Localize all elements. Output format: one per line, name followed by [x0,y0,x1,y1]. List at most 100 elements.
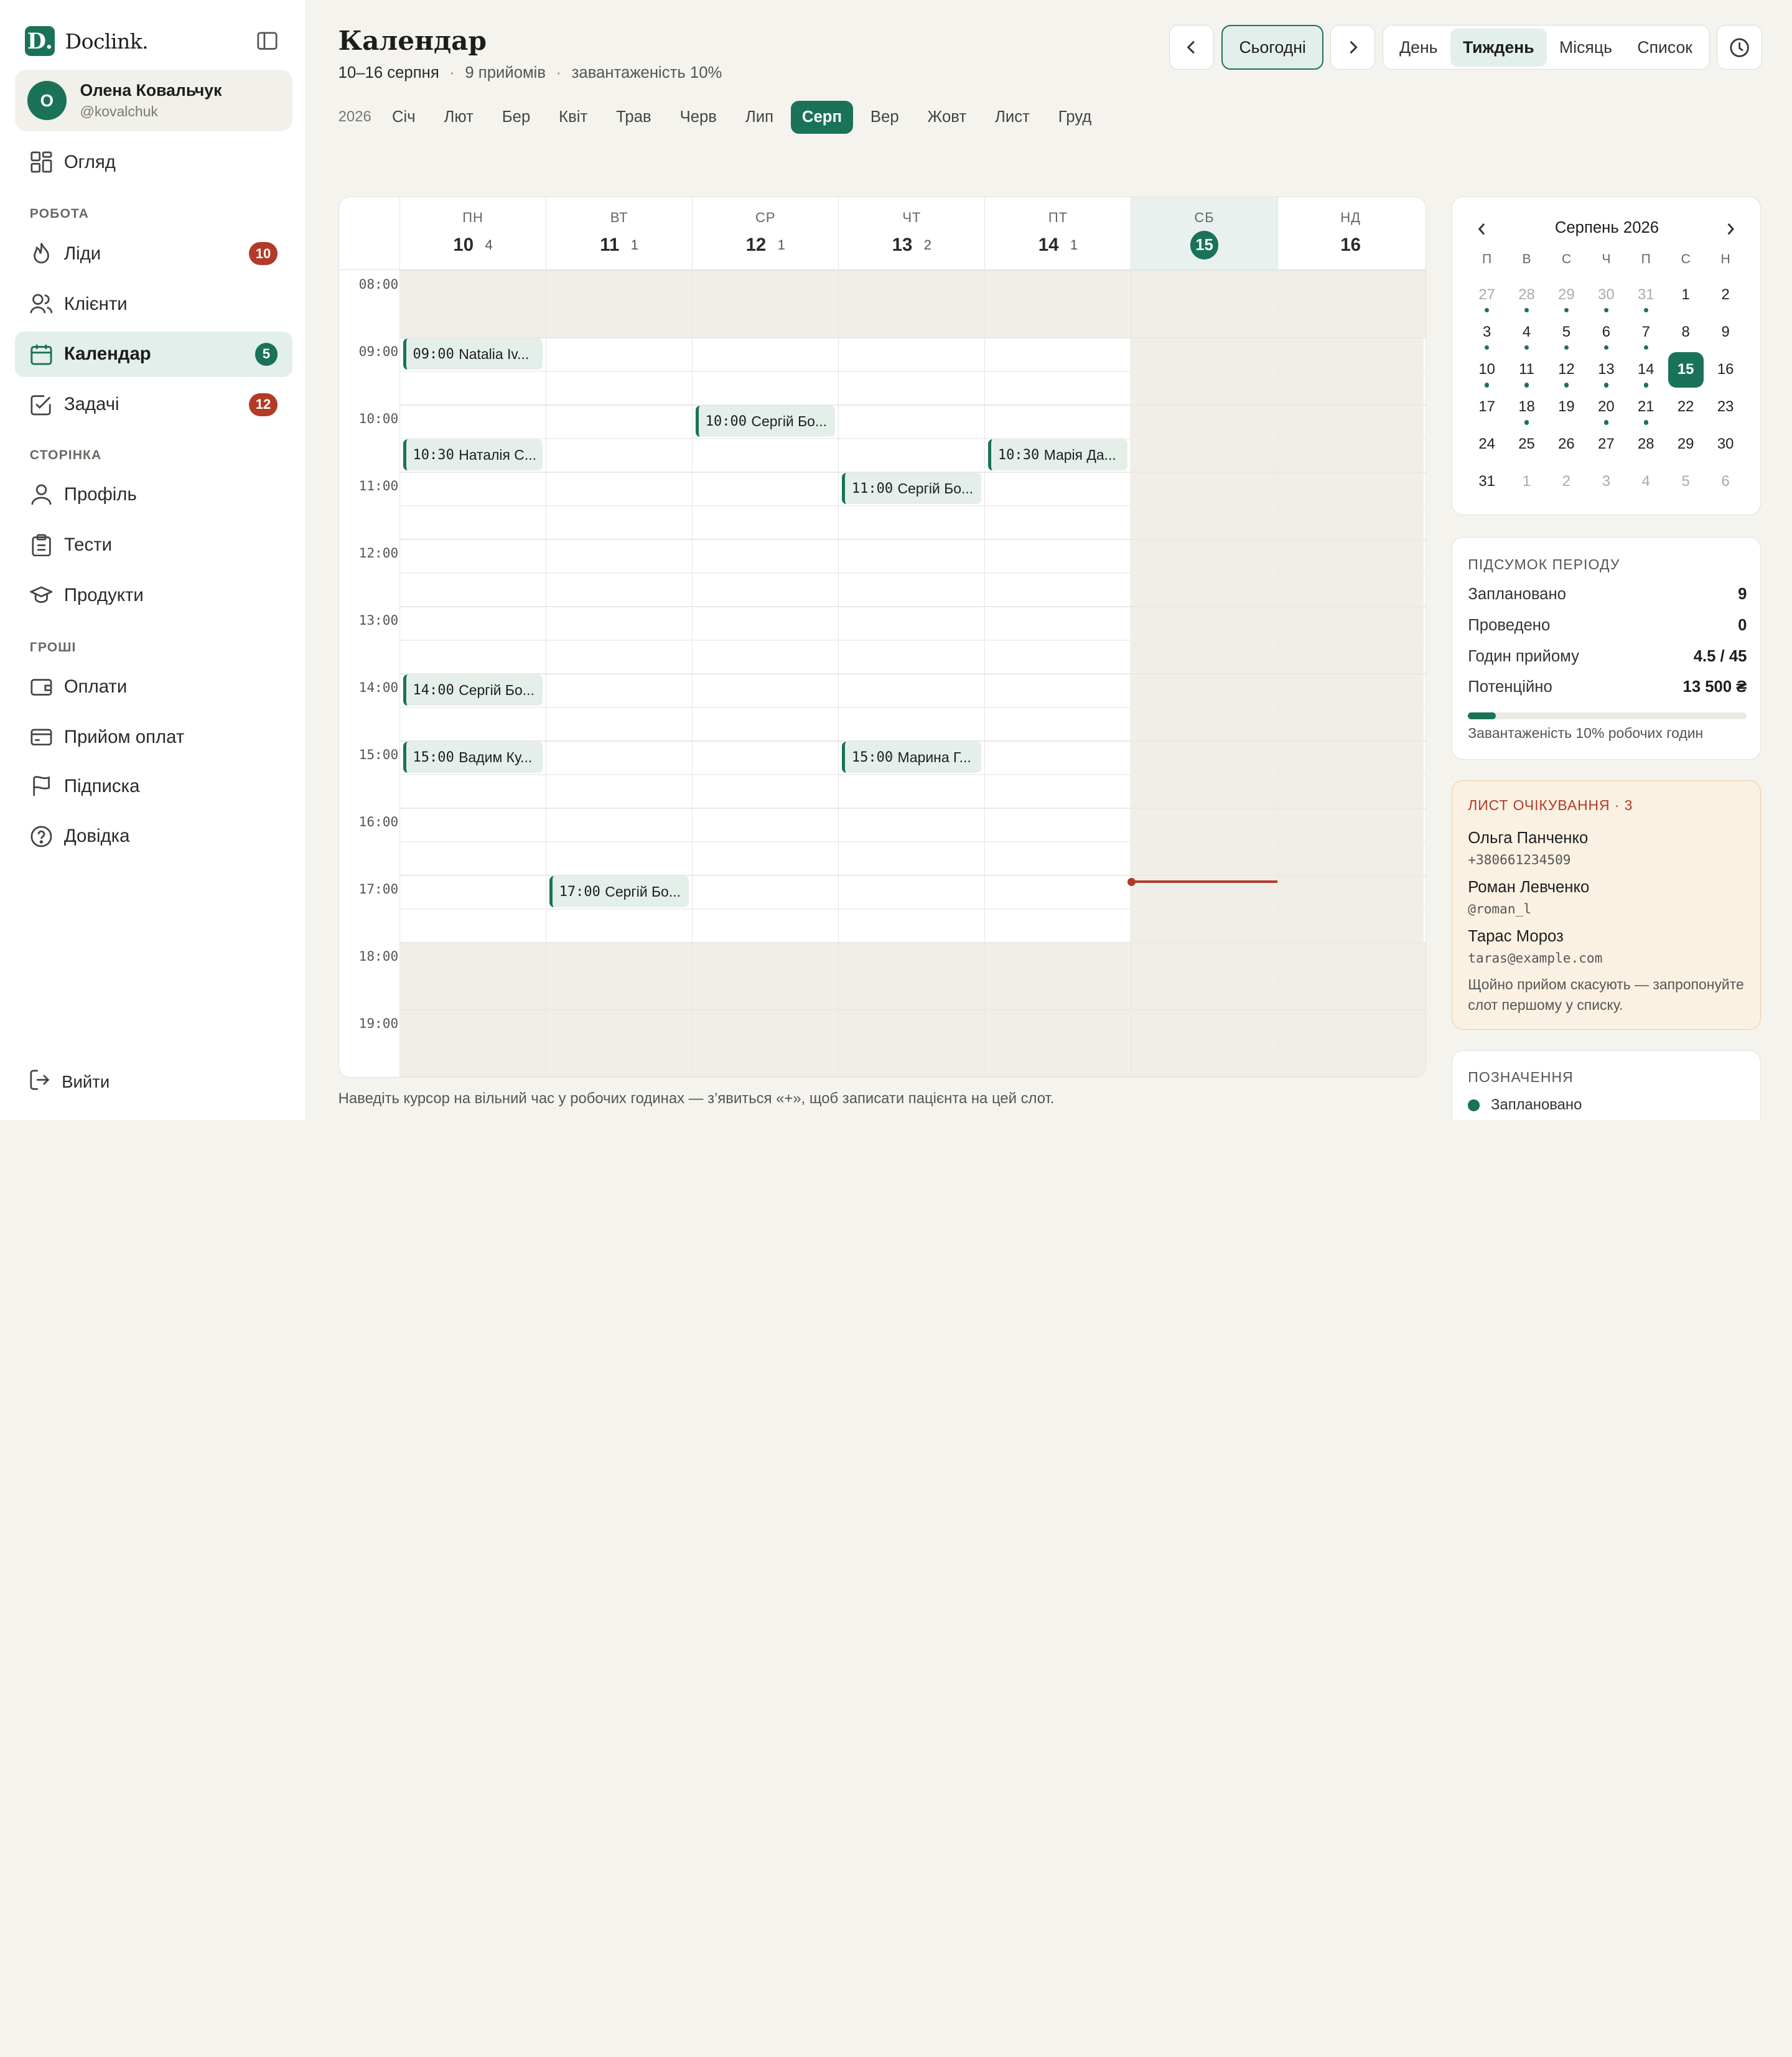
day-header[interactable]: СБ 15 [1131,197,1277,269]
appointment[interactable]: 15:00 Вадим Ку... [403,742,543,773]
mini-day[interactable]: 22 [1668,389,1704,425]
month-chip[interactable]: Лип [734,101,785,134]
day-column[interactable] [984,270,1131,1078]
day-header[interactable]: ВТ 11 1 [546,197,692,269]
sidebar-item-tasks[interactable]: Задачі 12 [15,381,292,427]
day-header[interactable]: СР 12 1 [692,197,838,269]
mini-day[interactable]: 6 [1589,315,1624,350]
logout-button[interactable]: Вийти [30,1070,110,1094]
day-column[interactable] [1277,270,1424,1078]
day-header[interactable]: НД 16 [1277,197,1424,269]
logo-text[interactable]: Doclink. [65,29,149,54]
mini-day[interactable]: 1 [1509,464,1544,500]
appointment[interactable]: 11:00 Сергій Бо... [841,473,981,504]
mini-day[interactable]: 4 [1509,315,1544,350]
view-option[interactable]: Тиждень [1450,28,1547,67]
waitlist-contact[interactable]: taras@example.com [1468,950,1602,966]
mini-day[interactable]: 31 [1628,277,1664,312]
month-chip[interactable]: Груд [1047,101,1103,134]
mini-day[interactable]: 25 [1509,427,1544,462]
view-option[interactable]: День [1387,29,1450,67]
sidebar-item-payments[interactable]: Оплати [15,664,292,709]
today-button[interactable]: Сьогодні [1221,25,1323,70]
appointment[interactable]: 17:00 Сергій Бо... [549,876,689,907]
appointment[interactable]: 09:00 Natalia Iv... [403,338,543,370]
sidebar-toggle-button[interactable] [254,27,281,55]
waitlist-contact[interactable]: @roman_l [1468,901,1531,917]
next-week-button[interactable] [1330,25,1375,70]
sidebar-item-subscription[interactable]: Підписка [15,763,292,809]
mini-day[interactable]: 31 [1469,464,1505,500]
mini-day[interactable]: 7 [1628,315,1664,350]
sidebar-item-help[interactable]: Довідка [15,814,292,859]
mini-day[interactable]: 14 [1628,352,1664,388]
month-chip[interactable]: Лист [984,101,1042,134]
sidebar-item-clients[interactable]: Клієнти [15,281,292,327]
month-chip[interactable]: Бер [490,101,541,134]
waitlist-contact[interactable]: +380661234509 [1468,852,1570,867]
mini-day[interactable]: 19 [1549,389,1584,425]
month-chip[interactable]: Черв [668,101,728,134]
mini-day[interactable]: 18 [1509,389,1544,425]
mini-next-month-button[interactable] [1722,220,1740,238]
mini-day[interactable]: 5 [1668,464,1704,500]
prev-week-button[interactable] [1169,25,1214,70]
day-column[interactable] [399,270,546,1078]
day-column[interactable] [692,270,838,1078]
mini-day[interactable]: 3 [1469,315,1505,350]
sidebar-item-products[interactable]: Продукти [15,572,292,618]
mini-day[interactable]: 27 [1469,277,1505,312]
mini-day[interactable]: 3 [1589,464,1624,500]
mini-day[interactable]: 13 [1589,352,1624,388]
day-header[interactable]: ПН 10 4 [399,197,546,269]
mini-day[interactable]: 8 [1668,315,1704,350]
month-chip[interactable]: Квіт [548,101,599,134]
mini-day[interactable]: 1 [1668,277,1704,312]
mini-day[interactable]: 2 [1549,464,1584,500]
mini-day[interactable]: 12 [1549,352,1584,388]
appointment[interactable]: 15:00 Марина Г... [841,742,981,773]
month-chip[interactable]: Лют [432,101,485,134]
logo-mark[interactable]: D. [25,26,55,56]
mini-day[interactable]: 30 [1708,427,1743,462]
mini-day[interactable]: 5 [1549,315,1584,350]
mini-day[interactable]: 23 [1708,389,1743,425]
appointment[interactable]: 10:30 Наталія С... [403,439,543,470]
waitlist-name[interactable]: Роман Левченко [1468,879,1589,897]
month-chip[interactable]: Жовт [916,101,978,134]
mini-day[interactable]: 2 [1708,277,1743,312]
sidebar-item-accept-payments[interactable]: Прийом оплат [15,714,292,760]
mini-day[interactable]: 6 [1708,464,1743,500]
day-header[interactable]: ПТ 14 1 [984,197,1131,269]
mini-day[interactable]: 28 [1509,277,1544,312]
mini-day[interactable]: 4 [1628,464,1664,500]
mini-day[interactable]: 21 [1628,389,1664,425]
mini-day[interactable]: 29 [1549,277,1584,312]
month-chip[interactable]: Січ [381,101,427,134]
view-option[interactable]: Список [1625,29,1705,67]
mini-day[interactable]: 9 [1708,315,1743,350]
day-column[interactable] [838,270,984,1078]
mini-day[interactable]: 10 [1469,352,1505,388]
sidebar-item-profile[interactable]: Профіль [15,472,292,518]
sidebar-item-tests[interactable]: Тести [15,522,292,567]
mini-day[interactable]: 16 [1708,352,1743,388]
month-chip[interactable]: Трав [605,101,663,134]
appointment[interactable]: 10:30 Марія Да... [987,439,1127,470]
mini-day[interactable]: 28 [1628,427,1664,462]
sidebar-item-calendar[interactable]: Календар 5 [14,331,293,378]
mini-day[interactable]: 29 [1668,427,1704,462]
month-chip[interactable]: Серп [790,100,854,134]
appointment[interactable]: 10:00 Сергій Бо... [695,406,835,437]
mini-day[interactable]: 30 [1589,277,1624,312]
waitlist-name[interactable]: Ольга Панченко [1468,829,1588,847]
month-chip[interactable]: Вер [859,101,910,134]
mini-day[interactable]: 15 [1668,352,1704,388]
mini-day[interactable]: 17 [1469,389,1505,425]
waitlist-name[interactable]: Тарас Мороз [1468,928,1564,946]
time-grid[interactable]: 08:00 09:00 10:00 11:00 12:00 13:00 14:00 15:00… [339,270,1426,1078]
day-column[interactable] [546,270,692,1078]
history-button[interactable] [1716,25,1763,70]
mini-day[interactable]: 26 [1549,427,1584,462]
mini-day[interactable]: 27 [1589,427,1624,462]
